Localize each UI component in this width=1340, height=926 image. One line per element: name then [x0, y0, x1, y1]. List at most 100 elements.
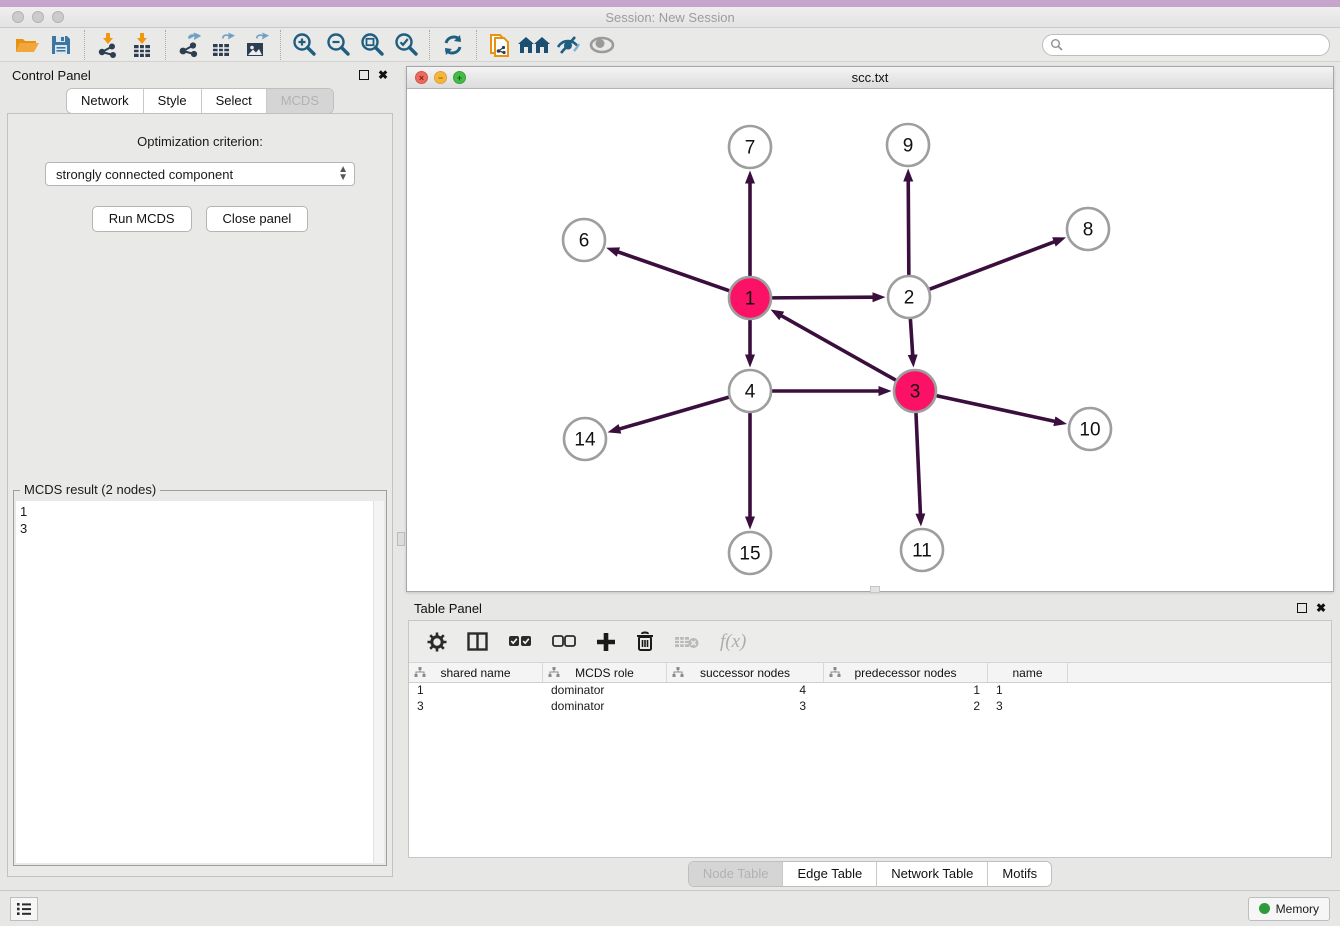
clone-network-button[interactable] [483, 30, 517, 60]
show-log-button[interactable] [10, 897, 38, 921]
network-canvas[interactable]: 7968124314101511 [407, 89, 1333, 591]
hide-details-button[interactable] [551, 30, 585, 60]
list-icon [16, 902, 32, 916]
column-label: MCDS role [575, 666, 634, 680]
window-title: Session: New Session [605, 10, 734, 25]
graph-edge-1-6[interactable] [618, 252, 730, 291]
table-tabs: Node Table Edge Table Network Table Moti… [406, 858, 1334, 890]
graph-edge-2-9[interactable] [908, 181, 909, 276]
splitter-handle[interactable] [870, 586, 880, 593]
graph-edge-2-3[interactable] [910, 318, 912, 355]
close-panel-icon[interactable]: ✖ [1316, 603, 1326, 613]
tab-select[interactable]: Select [202, 89, 267, 113]
export-network-icon [176, 32, 202, 58]
minimize-view-button[interactable]: − [434, 71, 447, 84]
graph-edge-4-14[interactable] [620, 397, 730, 429]
graph-node-label: 15 [739, 544, 760, 565]
splitter-handle[interactable] [397, 532, 405, 546]
zoom-out-button[interactable] [321, 30, 355, 60]
columns-icon [467, 632, 488, 651]
open-session-button[interactable] [10, 30, 44, 60]
graph-node-label: 6 [579, 231, 590, 252]
table-row[interactable]: 1dominator411 [409, 683, 1331, 699]
graph-node-label: 10 [1079, 420, 1100, 441]
import-network-button[interactable] [91, 30, 125, 60]
control-panel: Control Panel ✖ Network Style Select MCD… [0, 62, 400, 890]
close-panel-button[interactable]: Close panel [206, 206, 309, 232]
graph-edge-2-8[interactable] [929, 242, 1055, 290]
tab-style[interactable]: Style [144, 89, 202, 113]
export-network-button[interactable] [172, 30, 206, 60]
criterion-dropdown[interactable]: strongly connected component ▲▼ [45, 162, 355, 186]
memory-button[interactable]: Memory [1248, 897, 1330, 921]
tab-network-table[interactable]: Network Table [877, 862, 988, 886]
home-button[interactable] [517, 30, 551, 60]
tab-motifs[interactable]: Motifs [988, 862, 1051, 886]
result-scrollbar[interactable] [373, 501, 384, 863]
tab-mcds[interactable]: MCDS [267, 89, 333, 113]
show-details-button[interactable] [585, 30, 619, 60]
graph-node-label: 2 [904, 288, 915, 309]
minimize-window-button[interactable] [32, 11, 44, 23]
table-cell: 1 [988, 683, 1068, 699]
window-titlebar: Session: New Session [0, 0, 1340, 28]
close-view-button[interactable]: × [415, 71, 428, 84]
column-label: name [1012, 666, 1042, 680]
window-controls[interactable] [12, 11, 64, 23]
table-body[interactable]: 1dominator4113dominator323 [409, 683, 1331, 857]
column-header-name[interactable]: name [988, 663, 1068, 682]
table-panel-title: Table Panel [414, 601, 482, 616]
close-window-button[interactable] [12, 11, 24, 23]
search-input[interactable] [1042, 34, 1330, 56]
table-cell: 1 [409, 683, 543, 699]
delete-table-button [674, 634, 700, 650]
select-all-button[interactable] [508, 635, 532, 648]
memory-label: Memory [1276, 902, 1319, 916]
network-window-titlebar[interactable]: × − + scc.txt [407, 67, 1333, 89]
mcds-result-text[interactable]: 1 3 [16, 501, 384, 863]
open-folder-icon [14, 34, 40, 56]
deselect-all-button[interactable] [552, 635, 576, 648]
network-graph[interactable]: 7968124314101511 [407, 89, 1333, 591]
graph-edge-3-10[interactable] [936, 395, 1055, 421]
delete-column-button[interactable] [636, 631, 654, 652]
column-header-mcds-role[interactable]: MCDS role [543, 663, 667, 682]
graph-edge-1-2[interactable] [771, 297, 873, 298]
zoom-window-button[interactable] [52, 11, 64, 23]
graph-edge-3-1[interactable] [781, 316, 896, 381]
refresh-icon [440, 33, 466, 57]
zoom-selected-button[interactable] [389, 30, 423, 60]
import-table-button[interactable] [125, 30, 159, 60]
graph-node-label: 4 [745, 382, 756, 403]
maximize-view-button[interactable]: + [453, 71, 466, 84]
table-toolbar: f(x) [409, 621, 1331, 663]
export-image-button[interactable] [240, 30, 274, 60]
column-header-successor-nodes[interactable]: successor nodes [667, 663, 824, 682]
mcds-result-title: MCDS result (2 nodes) [20, 482, 160, 497]
column-label: predecessor nodes [854, 666, 956, 680]
show-columns-button[interactable] [467, 632, 488, 651]
run-mcds-button[interactable]: Run MCDS [92, 206, 192, 232]
close-panel-icon[interactable]: ✖ [378, 70, 388, 80]
network-view-window: × − + scc.txt 7968124314101511 [406, 66, 1334, 592]
search-icon [1050, 38, 1064, 52]
column-header-predecessor-nodes[interactable]: predecessor nodes [824, 663, 988, 682]
tab-network[interactable]: Network [67, 89, 144, 113]
toolbar-separator [84, 30, 85, 60]
table-settings-button[interactable] [427, 632, 447, 652]
float-panel-icon[interactable] [1297, 603, 1307, 613]
table-row[interactable]: 3dominator323 [409, 699, 1331, 715]
save-session-button[interactable] [44, 30, 78, 60]
zoom-in-button[interactable] [287, 30, 321, 60]
export-table-button[interactable] [206, 30, 240, 60]
refresh-button[interactable] [436, 30, 470, 60]
tab-edge-table[interactable]: Edge Table [783, 862, 877, 886]
add-column-button[interactable] [596, 632, 616, 652]
column-header-shared-name[interactable]: shared name [409, 663, 543, 682]
toolbar-separator [476, 30, 477, 60]
float-panel-icon[interactable] [359, 70, 369, 80]
tab-node-table[interactable]: Node Table [689, 862, 784, 886]
zoom-fit-button[interactable] [355, 30, 389, 60]
table-cell: dominator [543, 683, 667, 699]
graph-edge-3-11[interactable] [916, 412, 920, 514]
